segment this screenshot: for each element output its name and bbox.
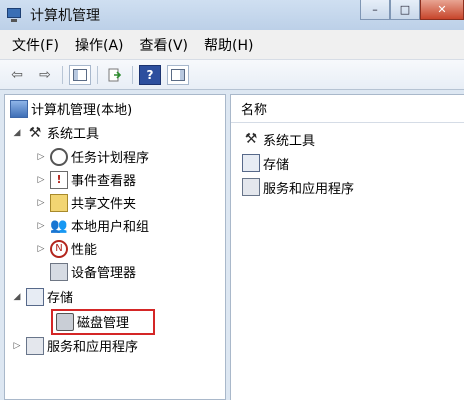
window-title: 计算机管理 [30,8,100,24]
column-header-label: 名称 [241,103,268,118]
menu-action[interactable]: 操作(A) [75,35,124,55]
users-icon: 👥 [50,217,68,234]
collapsed-arrow-icon[interactable]: ▷ [35,175,47,185]
computer-management-window: 计算机管理 – □ ✕ 文件(F) 操作(A) 查看(V) 帮助(H) ⇦ ⇨ … [0,0,464,400]
menu-view[interactable]: 查看(V) [140,35,189,55]
minimize-button[interactable]: – [360,0,390,20]
collapsed-arrow-icon[interactable]: ▷ [35,198,47,208]
menu-file[interactable]: 文件(F) [12,35,59,55]
tree-item-system-tools[interactable]: ◢ ⚒ 系统工具 [11,121,99,144]
export-list-button[interactable] [104,65,126,85]
clock-icon [50,147,68,166]
export-icon [108,68,122,81]
console-tree-icon [73,68,87,81]
toolbar-separator [97,65,98,84]
menu-bar: 文件(F) 操作(A) 查看(V) 帮助(H) [0,30,464,60]
tree-item-label: 共享文件夹 [71,197,137,212]
column-header-name[interactable]: 名称 [231,95,464,123]
tree-item-local-users[interactable]: ▷ 👥 本地用户和组 [35,214,149,237]
window-controls: – □ ✕ [360,0,464,20]
list-item[interactable]: 存储 [239,151,289,175]
tree-item-label: 计算机管理(本地) [31,103,133,118]
tree-item-label: 事件查看器 [71,174,137,189]
tree-item-label: 性能 [71,243,98,258]
list-item-label: 服务和应用程序 [263,181,355,197]
tools-icon: ⚒ [28,124,42,141]
tree-item-label: 任务计划程序 [71,151,150,166]
services-icon [26,336,44,355]
show-hide-action-pane-button[interactable] [167,64,189,85]
collapsed-arrow-icon[interactable]: ▷ [35,244,47,254]
list-item-label: 系统工具 [263,133,316,149]
help-button[interactable]: ? [139,64,161,85]
console-tree: 计算机管理(本地) ◢ ⚒ 系统工具 ▷ 任务计划程序 ▷ ! 事件查看器 ▷ … [4,94,226,400]
tree-item-storage[interactable]: ◢ 存储 [11,285,73,308]
tree-item-services-apps[interactable]: ▷ 服务和应用程序 [11,334,138,357]
tree-item-label: 系统工具 [47,127,100,142]
menu-help[interactable]: 帮助(H) [204,35,253,55]
event-viewer-icon: ! [50,170,68,189]
device-manager-icon [50,262,68,281]
performance-icon: N [50,239,68,258]
tree-item-event-viewer[interactable]: ▷ ! 事件查看器 [35,168,136,191]
computer-management-icon [10,99,28,118]
forward-button[interactable]: ⇨ [34,65,56,85]
highlight-box [51,309,155,335]
collapsed-arrow-icon[interactable]: ▷ [35,221,47,231]
tree-item-label: 存储 [47,291,74,306]
shared-folder-icon [50,193,68,212]
list-item-label: 存储 [263,157,290,173]
storage-icon [26,287,44,306]
close-button[interactable]: ✕ [420,0,464,20]
maximize-button[interactable]: □ [390,0,420,20]
tree-item-label: 服务和应用程序 [47,340,139,355]
results-pane: 名称 ⚒ 系统工具 存储 服务和应用程序 [230,94,464,400]
collapsed-arrow-icon[interactable]: ▷ [35,152,47,162]
tree-item-root[interactable]: 计算机管理(本地) [7,97,132,120]
tree-item-label: 设备管理器 [71,266,137,281]
action-pane-icon [171,68,185,81]
tools-icon: ⚒ [244,131,258,147]
collapsed-arrow-icon[interactable]: ▷ [11,341,23,351]
tree-item-task-scheduler[interactable]: ▷ 任务计划程序 [35,145,149,168]
toolbar: ⇦ ⇨ ? [0,60,464,90]
list-item[interactable]: 服务和应用程序 [239,175,354,199]
expanded-arrow-icon[interactable]: ◢ [11,128,23,138]
tree-item-shared-folders[interactable]: ▷ 共享文件夹 [35,191,136,214]
computer-management-icon [6,7,22,23]
list-item[interactable]: ⚒ 系统工具 [239,127,315,151]
tree-item-device-manager[interactable]: 设备管理器 [47,260,136,283]
toolbar-separator [62,65,63,84]
expanded-arrow-icon[interactable]: ◢ [11,292,23,302]
services-icon [242,178,260,196]
title-bar[interactable]: 计算机管理 – □ ✕ [0,0,464,30]
tree-item-label: 本地用户和组 [71,220,150,235]
back-button[interactable]: ⇦ [6,65,28,85]
toolbar-separator [132,65,133,84]
storage-icon [242,154,260,172]
show-hide-tree-button[interactable] [69,64,91,85]
tree-item-performance[interactable]: ▷ N 性能 [35,237,97,260]
